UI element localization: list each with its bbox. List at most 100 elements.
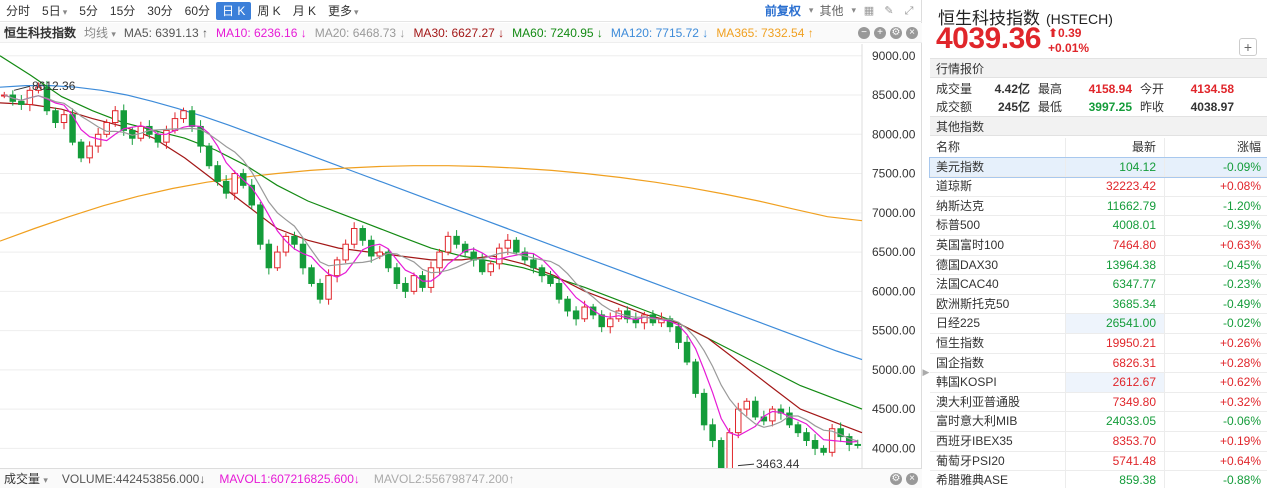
index-change: +0.26% [1219, 335, 1261, 350]
table-row[interactable]: 法国CAC40 6347.77 -0.23% [930, 275, 1267, 295]
timeframe-tab[interactable]: 日 K [216, 1, 252, 20]
y-tick-label: 9000.00 [872, 49, 916, 63]
timeframe-tab[interactable]: 5分 [73, 2, 104, 20]
table-row[interactable]: 标普500 4008.01 -0.39% [930, 216, 1267, 236]
add-watchlist-button[interactable]: + [1239, 38, 1257, 56]
table-row[interactable]: 西班牙IBEX35 8353.70 +0.19% [930, 431, 1267, 452]
close-icon[interactable]: × [906, 26, 918, 39]
candle-body [94, 133, 102, 147]
index-name: 欧洲斯托克50 [930, 294, 1066, 314]
close-icon[interactable]: × [906, 472, 918, 485]
volume-value: VOLUME:442453856.000↓ [61, 471, 206, 486]
table-row[interactable]: 纳斯达克 11662.79 -1.20% [930, 196, 1267, 217]
candle-body [555, 282, 563, 300]
candle-body [154, 133, 162, 143]
timeframe-tab[interactable]: 更多 ▾ [322, 2, 365, 20]
column-header[interactable]: 涨幅 [1165, 138, 1267, 157]
volume-dropdown[interactable]: 成交量 ▾ [0, 470, 48, 487]
index-name: 国企指数 [930, 353, 1066, 373]
quote-row: 成交量 4.42亿 最高 4158.94 今开 4134.58 [936, 80, 1261, 98]
table-row[interactable]: 日经225 26541.00 -0.02% [930, 314, 1267, 334]
table-row[interactable]: 欧洲斯托克50 3685.34 -0.49% [930, 294, 1267, 315]
timeframe-tab[interactable]: 月 K [287, 2, 322, 20]
quote-table: 成交量 4.42亿 最高 4158.94 今开 4134.58 成交额 245亿 最低 3997.… [936, 80, 1261, 116]
other-dropdown[interactable]: 其他 [819, 2, 843, 19]
draw-icon[interactable]: ✎ [882, 4, 896, 18]
candlestick-chart[interactable]: 9000.00 8500.00 8000.00 7500.00 7000.00 6500.… [0, 44, 922, 468]
ma-legend-item: MA30: 6627.27 ↓ [413, 25, 505, 40]
timeframe-tab[interactable]: 30分 [141, 2, 178, 20]
quote-code: (HSTECH) [1046, 11, 1113, 27]
timeframe-tab[interactable]: 周 K [251, 2, 286, 20]
index-last: 7349.80 [1066, 392, 1165, 412]
index-name: 希腊雅典ASE [930, 471, 1066, 488]
table-row[interactable]: 葡萄牙PSI20 5741.48 +0.64% [930, 451, 1267, 472]
table-row[interactable]: 国企指数 6826.31 +0.28% [930, 353, 1267, 374]
index-change: +0.08% [1219, 179, 1261, 194]
candle-body [103, 122, 110, 135]
timeframe-tab[interactable]: 5日 ▾ [36, 2, 73, 20]
plus-icon[interactable]: + [874, 26, 886, 39]
index-last: 5741.48 [1066, 451, 1165, 471]
ma-line-ma60 [0, 55, 863, 410]
quote-value: 245亿 [997, 100, 1030, 114]
candle-body [752, 400, 759, 418]
index-name: 德国DAX30 [930, 255, 1066, 275]
quote-label: 昨收 [1140, 100, 1165, 114]
index-change: +0.19% [1219, 433, 1261, 448]
quote-value: 4134.58 [1190, 82, 1234, 96]
index-last: 7464.80 [1066, 235, 1165, 255]
y-tick-label: 7500.00 [872, 167, 916, 181]
chevron-down-icon: ▾ [62, 6, 68, 17]
collapse-panel-icon[interactable]: ▶ [922, 360, 930, 384]
table-row[interactable]: 希腊雅典ASE 859.38 -0.88% [930, 471, 1267, 488]
low-annotation: 3463.44 [756, 457, 800, 468]
quote-change: ⬆0.39 +0.01% [1048, 26, 1090, 55]
index-last: 13964.38 [1066, 255, 1165, 275]
gear-icon[interactable]: ⚙ [890, 472, 902, 485]
ma-legend-item: MA60: 7240.95 ↓ [512, 25, 603, 40]
candle-body [581, 306, 588, 320]
index-name: 英国富时100 [930, 235, 1066, 255]
table-row[interactable]: 恒生指数 19950.21 +0.26% [930, 333, 1267, 354]
table-row[interactable]: 澳大利亚普通股 7349.80 +0.32% [930, 392, 1267, 413]
table-row[interactable]: 德国DAX30 13964.38 -0.45% [930, 255, 1267, 276]
high-pointer [13, 85, 31, 91]
timeframe-tab[interactable]: 60分 [179, 2, 216, 20]
table-row[interactable]: 美元指数 104.12 -0.09% [929, 156, 1267, 179]
fullscreen-icon[interactable]: ⤢ [902, 4, 916, 18]
grid-icon[interactable]: ▦ [862, 4, 876, 18]
index-last: 8353.70 [1066, 431, 1165, 451]
candle-body [231, 173, 238, 194]
quote-label: 成交量 [936, 82, 973, 96]
candle-body [180, 110, 187, 120]
index-change: +0.62% [1219, 375, 1261, 390]
index-name: 道琼斯 [930, 177, 1066, 196]
quote-row: 成交额 245亿 最低 3997.25 昨收 4038.97 [936, 98, 1261, 116]
column-header[interactable]: 名称 [930, 138, 1066, 157]
gear-icon[interactable]: ⚙ [890, 26, 902, 39]
candle-body [291, 235, 298, 245]
y-tick-label: 4500.00 [872, 402, 916, 416]
table-row[interactable]: 道琼斯 32223.42 +0.08% [930, 177, 1267, 197]
quote-label: 最高 [1038, 82, 1063, 96]
index-change: +0.32% [1219, 394, 1261, 409]
adjust-dropdown[interactable]: 前复权 [765, 2, 801, 19]
timeframe-tab[interactable]: 15分 [104, 2, 141, 20]
chart-controls: − + ⚙ × [858, 26, 922, 39]
candle-body [820, 447, 827, 453]
ma-type-dropdown[interactable]: 均线 ▾ [84, 24, 116, 41]
candle-body [786, 412, 793, 426]
chart-panel: 分时 5日 ▾ 5分 15分 30分 60分日 K周 K月 K 更多 ▾ 前复权 ▾ 其他 ▾ ▦ ✎ ⤢ 恒… [0, 0, 922, 488]
table-row[interactable]: 富时意大利MIB 24033.05 -0.06% [930, 412, 1267, 432]
column-header[interactable]: 最新 [1066, 138, 1165, 157]
index-change: -1.20% [1222, 198, 1261, 213]
volume-legend: 成交量 ▾ VOLUME:442453856.000↓ MAVOL1:60721… [0, 468, 922, 488]
table-row[interactable]: 韩国KOSPI 2612.67 +0.62% [930, 373, 1267, 393]
minus-icon[interactable]: − [858, 26, 870, 39]
timeframe-tab[interactable]: 分时 [0, 2, 36, 20]
index-change: -0.39% [1222, 218, 1261, 233]
table-row[interactable]: 英国富时100 7464.80 +0.63% [930, 235, 1267, 256]
quote-value: 4158.94 [1088, 82, 1132, 96]
candle-body [120, 110, 127, 131]
